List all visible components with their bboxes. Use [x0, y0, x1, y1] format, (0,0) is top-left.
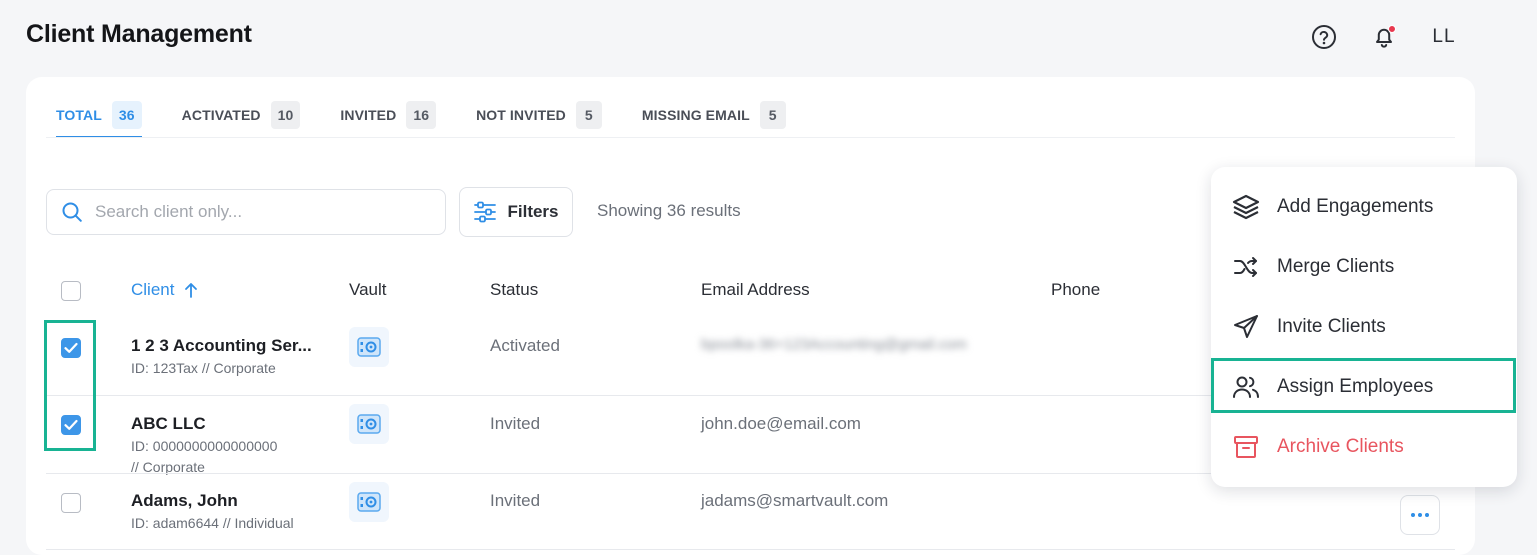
vault-button[interactable] [349, 404, 389, 444]
tab-count: 5 [575, 101, 602, 129]
select-all-checkbox[interactable] [61, 281, 81, 301]
client-name[interactable]: ABC LLC [131, 414, 206, 434]
row-divider [46, 549, 1455, 550]
tab-label: ACTIVATED [181, 107, 261, 123]
tab-count: 10 [270, 101, 301, 129]
column-header-email: Email Address [701, 280, 810, 299]
search-icon [62, 202, 82, 222]
menu-item-invite-clients[interactable]: Invite Clients [1211, 299, 1517, 355]
dot [1411, 513, 1415, 517]
status-tabs: TOTAL 36 ACTIVATED 10 INVITED 16 NOT INV… [56, 93, 826, 138]
notifications-button[interactable] [1369, 22, 1399, 52]
layers-icon [1231, 192, 1261, 222]
client-name[interactable]: 1 2 3 Accounting Ser... [131, 336, 312, 356]
vault-button[interactable] [349, 327, 389, 367]
menu-item-merge-clients[interactable]: Merge Clients [1211, 239, 1517, 295]
avatar[interactable]: LL [1429, 26, 1459, 48]
vault-icon [357, 337, 381, 357]
bulk-actions-menu: Add Engagements Merge Clients Invite Cli… [1211, 167, 1517, 487]
column-header-status: Status [490, 280, 539, 299]
send-icon [1231, 312, 1261, 342]
column-header-vault: Vault [349, 280, 387, 299]
email-text: bpoolka-36+123Accounting@gmail.com [701, 336, 967, 353]
vault-icon [357, 414, 381, 434]
client-name[interactable]: Adams, John [131, 491, 238, 511]
menu-highlight-box [1211, 358, 1516, 413]
menu-item-add-engagements[interactable]: Add Engagements [1211, 179, 1517, 235]
tab-label: INVITED [340, 107, 397, 123]
page-title: Client Management [26, 20, 252, 48]
tab-total[interactable]: TOTAL 36 [56, 93, 142, 138]
client-id: ID: 0000000000000000 [131, 438, 278, 454]
menu-item-label: Add Engagements [1277, 196, 1434, 217]
tab-label: NOT INVITED [476, 107, 566, 123]
sliders-icon [474, 201, 497, 223]
help-button[interactable] [1309, 22, 1339, 52]
search-input[interactable] [95, 202, 395, 222]
tab-not-invited[interactable]: NOT INVITED 5 [476, 93, 602, 137]
notification-dot [1388, 25, 1396, 33]
filters-label: Filters [507, 202, 559, 221]
menu-item-label: Merge Clients [1277, 256, 1395, 277]
column-header-client[interactable]: Client [131, 280, 198, 300]
search-box [46, 189, 446, 235]
menu-item-label: Invite Clients [1277, 316, 1386, 337]
status-text: Invited [490, 491, 541, 510]
results-count: Showing 36 results [597, 201, 741, 220]
tab-count: 16 [406, 101, 437, 129]
header-actions: LL [1309, 22, 1459, 52]
vault-button[interactable] [349, 482, 389, 522]
row-actions-button[interactable] [1400, 495, 1440, 535]
menu-item-archive-clients[interactable]: Archive Clients [1211, 419, 1517, 475]
tab-missing-email[interactable]: MISSING EMAIL 5 [642, 93, 786, 137]
status-text: Activated [490, 336, 560, 355]
shuffle-icon [1231, 252, 1261, 282]
tab-invited[interactable]: INVITED 16 [340, 93, 437, 137]
tab-label: MISSING EMAIL [641, 107, 750, 123]
client-management-page: Client Management LL TOTAL 36 ACTIVATED … [0, 0, 1537, 555]
archive-icon [1231, 432, 1261, 462]
column-header-phone: Phone [1051, 280, 1101, 299]
vault-icon [357, 492, 381, 512]
email-text: jadams@smartvault.com [701, 491, 889, 510]
tab-count: 5 [759, 101, 786, 129]
filters-button[interactable]: Filters [459, 187, 573, 237]
email-text: john.doe@email.com [701, 414, 861, 433]
tab-activated[interactable]: ACTIVATED 10 [182, 93, 301, 137]
selection-highlight-box [44, 320, 96, 451]
row-checkbox[interactable] [61, 493, 81, 513]
menu-item-label: Archive Clients [1277, 436, 1404, 457]
dot [1418, 513, 1422, 517]
client-id: ID: 123Tax // Corporate [131, 360, 276, 376]
arrow-up-icon [185, 283, 198, 298]
tab-count: 36 [111, 101, 142, 129]
help-circle-icon [1312, 25, 1336, 49]
column-label: Client [131, 280, 175, 299]
dot [1425, 513, 1429, 517]
client-id-type: // Corporate [131, 459, 205, 475]
tabs-divider [46, 137, 1455, 138]
status-text: Invited [490, 414, 541, 433]
tab-label: TOTAL [56, 107, 102, 123]
client-id: ID: adam6644 // Individual [131, 515, 294, 531]
